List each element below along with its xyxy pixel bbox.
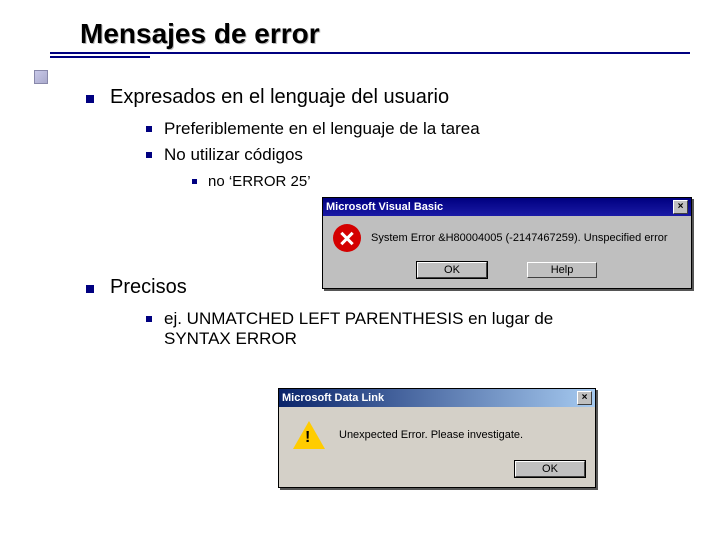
dialog-visual-basic: Microsoft Visual Basic × System Error &H… — [322, 197, 692, 289]
dialog-message: Unexpected Error. Please investigate. — [339, 429, 523, 441]
help-button[interactable]: Help — [527, 262, 597, 278]
close-button[interactable]: × — [673, 200, 688, 214]
dialog-message: System Error &H80004005 (-2147467259). U… — [371, 232, 668, 244]
warning-icon — [293, 421, 325, 449]
subbullet-example-unmatched: ej. UNMATCHED LEFT PARENTHESIS en lugar … — [146, 309, 606, 349]
dialog-data-link: Microsoft Data Link × Unexpected Error. … — [278, 388, 596, 488]
slide-title: Mensajes de error — [80, 18, 690, 50]
close-button[interactable]: × — [577, 391, 592, 405]
ok-button[interactable]: OK — [515, 461, 585, 477]
subsubbullet-error25: no ‘ERROR 25’ — [192, 173, 690, 190]
ok-button[interactable]: OK — [417, 262, 487, 278]
bullet-user-language: Expresados en el lenguaje del usuario Pr… — [86, 86, 690, 190]
subbullet-task-language: Preferiblemente en el lenguaje de la tar… — [146, 119, 690, 139]
dialog-title: Microsoft Data Link — [282, 392, 384, 404]
subbullet-no-codes: No utilizar códigos no ‘ERROR 25’ — [146, 145, 690, 190]
error-icon — [333, 224, 361, 252]
decor-square-icon — [34, 70, 48, 84]
subbullet-text: No utilizar códigos — [164, 145, 303, 164]
dialog-titlebar: Microsoft Visual Basic × — [323, 198, 691, 216]
dialog-titlebar: Microsoft Data Link × — [279, 389, 595, 407]
title-rule — [50, 52, 690, 56]
dialog-title: Microsoft Visual Basic — [326, 201, 443, 213]
bullet-text: Precisos — [110, 276, 187, 298]
bullet-text: Expresados en el lenguaje del usuario — [110, 86, 449, 108]
